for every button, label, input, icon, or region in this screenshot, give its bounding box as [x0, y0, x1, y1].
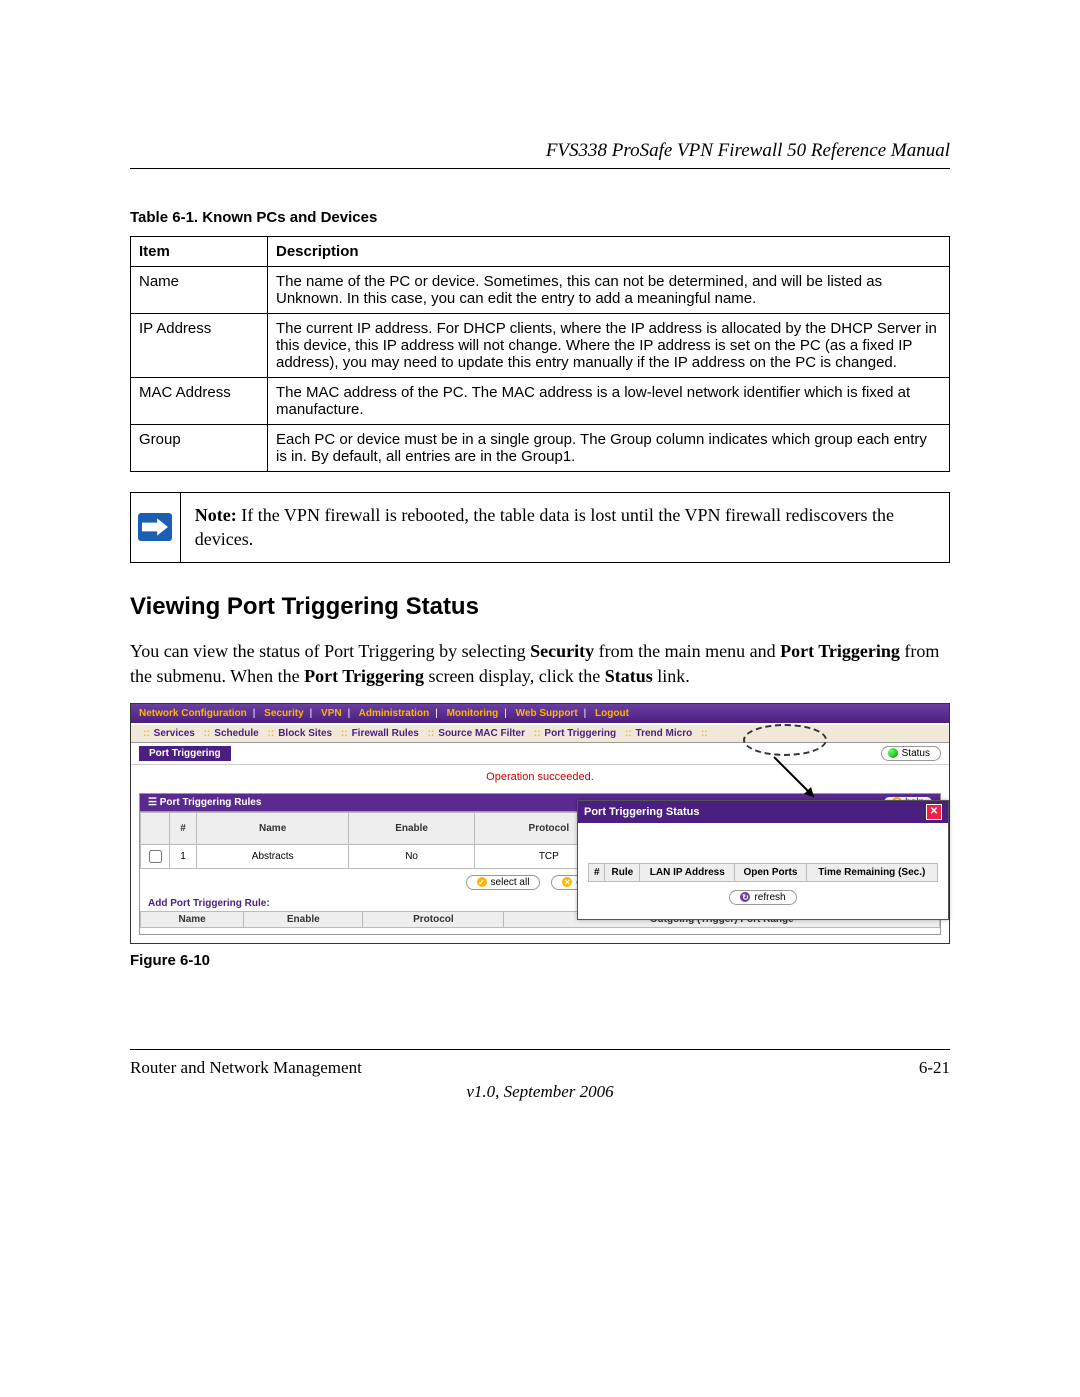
- status-link[interactable]: Status: [881, 746, 941, 761]
- nav-item[interactable]: Security: [264, 708, 303, 719]
- close-icon[interactable]: ✕: [926, 804, 942, 820]
- page-title: Port Triggering: [139, 746, 231, 761]
- status-popup: Port Triggering Status ✕ # Rule LAN IP A…: [577, 800, 949, 920]
- popup-title: Port Triggering Status: [584, 806, 700, 818]
- table-row: IP Address The current IP address. For D…: [131, 314, 950, 378]
- table-caption: Table 6-1. Known PCs and Devices: [130, 209, 950, 226]
- sub-menu: ::Services ::Schedule ::Block Sites ::Fi…: [131, 725, 949, 743]
- status-table: # Rule LAN IP Address Open Ports Time Re…: [588, 863, 938, 882]
- body-paragraph: You can view the status of Port Triggeri…: [130, 639, 950, 689]
- nav-item[interactable]: Administration: [359, 708, 430, 719]
- refresh-icon: ↻: [740, 892, 750, 902]
- page-footer: Router and Network Management 6-21: [130, 1049, 950, 1078]
- main-menu: Network Configuration| Security| VPN| Ad…: [131, 704, 949, 725]
- th-description: Description: [268, 237, 950, 267]
- subnav-item[interactable]: Port Triggering: [544, 728, 616, 739]
- subnav-item[interactable]: Source MAC Filter: [438, 728, 525, 739]
- table-row: Name The name of the PC or device. Somet…: [131, 267, 950, 314]
- subnav-item[interactable]: Trend Micro: [636, 728, 693, 739]
- known-pcs-table: Item Description Name The name of the PC…: [130, 236, 950, 472]
- check-icon: ✓: [477, 877, 487, 887]
- version-text: v1.0, September 2006: [130, 1082, 950, 1102]
- nav-item[interactable]: Logout: [595, 708, 629, 719]
- note-box: Note: If the VPN firewall is rebooted, t…: [130, 492, 950, 563]
- select-all-button[interactable]: ✓ select all: [466, 875, 541, 890]
- refresh-button[interactable]: ↻ refresh: [729, 890, 796, 905]
- table-row: MAC Address The MAC address of the PC. T…: [131, 378, 950, 425]
- table-row: Group Each PC or device must be in a sin…: [131, 425, 950, 472]
- nav-item[interactable]: VPN: [321, 708, 342, 719]
- row-checkbox[interactable]: [149, 850, 162, 863]
- section-heading: Viewing Port Triggering Status: [130, 593, 950, 621]
- nav-item[interactable]: Web Support: [516, 708, 578, 719]
- th-item: Item: [131, 237, 268, 267]
- figure-caption: Figure 6-10: [130, 952, 950, 969]
- operation-message: Operation succeeded.: [131, 765, 949, 789]
- subnav-item[interactable]: Services: [154, 728, 195, 739]
- subnav-item[interactable]: Firewall Rules: [352, 728, 419, 739]
- nav-item[interactable]: Network Configuration: [139, 708, 247, 719]
- screenshot-figure: Network Configuration| Security| VPN| Ad…: [130, 703, 950, 944]
- subnav-item[interactable]: Schedule: [214, 728, 258, 739]
- manual-title: FVS338 ProSafe VPN Firewall 50 Reference…: [130, 140, 950, 169]
- arrow-right-icon: [138, 513, 172, 541]
- subnav-item[interactable]: Block Sites: [278, 728, 332, 739]
- status-dot-icon: [888, 748, 898, 758]
- x-icon: ✕: [562, 877, 572, 887]
- nav-item[interactable]: Monitoring: [447, 708, 499, 719]
